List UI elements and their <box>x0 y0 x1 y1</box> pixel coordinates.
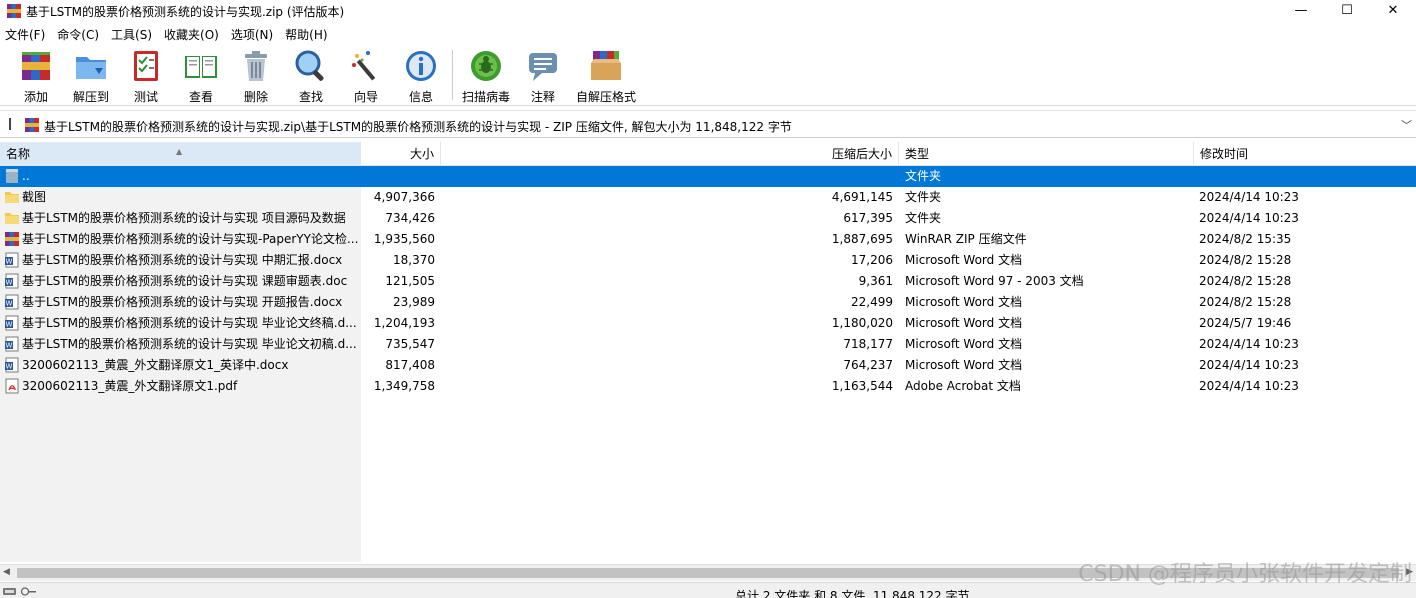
find-button[interactable]: 查找 <box>283 48 339 105</box>
table-row[interactable]: W 基于LSTM的股票价格预测系统的设计与实现 毕业论文初稿.d... 735,… <box>0 334 1416 355</box>
status-summary: 总计 2 文件夹 和 8 文件, 11,848,122 字节 <box>735 589 970 598</box>
file-rows: .. 文件夹 截图 4,907,366 4,691,145 文件夹 2024/4… <box>0 166 1416 397</box>
test-checklist-icon <box>134 51 158 81</box>
delete-button[interactable]: 删除 <box>228 48 284 105</box>
sfx-box-icon <box>591 51 621 80</box>
minimize-button[interactable]: — <box>1278 0 1324 20</box>
svg-text:W: W <box>6 321 13 329</box>
window-title: 基于LSTM的股票价格预测系统的设计与实现.zip (评估版本) <box>26 4 345 19</box>
table-row[interactable]: W 基于LSTM的股票价格预测系统的设计与实现 课题审题表.doc 121,50… <box>0 271 1416 292</box>
drive-key-icon <box>3 587 36 596</box>
winrar-icon <box>5 232 19 246</box>
extract-folder-icon <box>76 57 106 79</box>
toolbar: 添加 解压到 测试 查看 删除 查找 向导 信息 扫描病毒 注释 自解压格式 <box>0 46 1416 106</box>
column-name[interactable]: 名称 ▲ <box>0 142 361 166</box>
table-row[interactable]: W 基于LSTM的股票价格预测系统的设计与实现 中期汇报.docx 18,370… <box>0 250 1416 271</box>
column-modified[interactable]: 修改时间 <box>1194 142 1416 166</box>
title-bar: 基于LSTM的股票价格预测系统的设计与实现.zip (评估版本) — ☐ ✕ <box>0 0 1416 22</box>
table-row[interactable]: W 3200602113_黄震_外文翻译原文1_英译中.docx 817,408… <box>0 355 1416 376</box>
wizard-wand-icon <box>352 51 376 81</box>
column-name-label: 名称 <box>6 147 31 161</box>
trash-can-icon <box>245 51 267 81</box>
column-type[interactable]: 类型 <box>899 142 1194 166</box>
maximize-button[interactable]: ☐ <box>1324 0 1370 20</box>
svg-text:W: W <box>6 363 13 371</box>
menu-commands[interactable]: 命令(C) <box>52 26 106 43</box>
menu-tools[interactable]: 工具(S) <box>106 26 159 43</box>
file-list: 名称 ▲ 大小 压缩后大小 类型 修改时间 .. 文件夹 截图 4,907,36… <box>0 142 1416 562</box>
view-book-icon <box>185 56 217 78</box>
menu-bar: 文件(F) 命令(C) 工具(S) 收藏夹(O) 选项(N) 帮助(H) <box>0 24 1416 44</box>
test-label: 测试 <box>133 90 158 104</box>
add-label: 添加 <box>23 90 48 104</box>
wizard-button[interactable]: 向导 <box>338 48 394 105</box>
up-folder-icon[interactable] <box>4 116 18 132</box>
add-archive-icon <box>22 52 50 80</box>
table-row[interactable]: W 基于LSTM的股票价格预测系统的设计与实现 毕业论文终稿.d... 1,20… <box>0 313 1416 334</box>
comment-icon <box>529 53 557 81</box>
virus-scan-button[interactable]: 扫描病毒 <box>458 48 514 105</box>
add-button[interactable]: 添加 <box>8 48 64 105</box>
menu-options[interactable]: 选项(N) <box>226 26 280 43</box>
virus-scan-icon <box>471 51 501 81</box>
parent-folder-icon <box>6 169 18 183</box>
comment-label: 注释 <box>530 90 555 104</box>
pdf-icon <box>5 378 19 394</box>
virus-scan-label: 扫描病毒 <box>461 90 510 104</box>
table-row[interactable]: 基于LSTM的股票价格预测系统的设计与实现 项目源码及数据 734,426 61… <box>0 208 1416 229</box>
comment-button[interactable]: 注释 <box>515 48 571 105</box>
word-doc-icon: W <box>5 315 19 331</box>
table-row[interactable]: W 基于LSTM的股票价格预测系统的设计与实现 开题报告.docx 23,989… <box>0 292 1416 313</box>
winrar-app-icon <box>7 4 21 18</box>
close-button[interactable]: ✕ <box>1370 0 1416 20</box>
svg-text:W: W <box>6 300 13 308</box>
menu-help[interactable]: 帮助(H) <box>280 26 334 43</box>
chevron-down-icon[interactable]: ﹀ <box>1401 117 1412 133</box>
table-row[interactable]: 基于LSTM的股票价格预测系统的设计与实现-PaperYY论文检... 1,93… <box>0 229 1416 250</box>
archive-path: 基于LSTM的股票价格预测系统的设计与实现.zip\基于LSTM的股票价格预测系… <box>44 120 792 134</box>
view-label: 查看 <box>188 90 213 104</box>
extract-to-button[interactable]: 解压到 <box>63 48 119 105</box>
info-label: 信息 <box>408 90 433 104</box>
menu-favorites[interactable]: 收藏夹(O) <box>159 26 226 43</box>
csdn-watermark: CSDN @程序员小张软件开发定制 <box>1078 562 1412 587</box>
magnifier-icon <box>295 50 324 81</box>
svg-text:W: W <box>6 258 13 266</box>
svg-text:W: W <box>6 342 13 350</box>
word-doc-icon: W <box>5 357 19 373</box>
extract-to-label: 解压到 <box>72 90 109 104</box>
info-button[interactable]: 信息 <box>393 48 449 105</box>
table-row[interactable]: 截图 4,907,366 4,691,145 文件夹 2024/4/14 10:… <box>0 187 1416 208</box>
info-icon <box>406 51 436 81</box>
word-doc-icon: W <box>5 252 19 268</box>
sort-ascending-icon: ▲ <box>176 147 183 156</box>
column-size[interactable]: 大小 <box>361 142 441 166</box>
view-button[interactable]: 查看 <box>173 48 229 105</box>
word-doc-icon: W <box>5 294 19 310</box>
find-label: 查找 <box>298 90 323 104</box>
sfx-label: 自解压格式 <box>576 90 637 104</box>
sfx-button[interactable]: 自解压格式 <box>576 48 637 105</box>
wizard-label: 向导 <box>353 90 378 104</box>
toolbar-separator <box>452 50 453 100</box>
word-doc-icon: W <box>5 336 19 352</box>
column-packed-size[interactable]: 压缩后大小 <box>441 142 899 166</box>
test-button[interactable]: 测试 <box>118 48 174 105</box>
scroll-left-icon[interactable]: ◀ <box>3 567 10 577</box>
folder-icon <box>5 213 19 224</box>
folder-icon <box>5 192 19 203</box>
table-row[interactable]: 3200602113_黄震_外文翻译原文1.pdf 1,349,758 1,16… <box>0 376 1416 397</box>
delete-label: 删除 <box>243 90 268 104</box>
menu-file[interactable]: 文件(F) <box>0 26 52 43</box>
table-row-parent[interactable]: .. 文件夹 <box>0 166 1416 187</box>
word-doc-icon: W <box>5 273 19 289</box>
column-header: 名称 ▲ 大小 压缩后大小 类型 修改时间 <box>0 142 1416 166</box>
svg-text:W: W <box>6 279 13 287</box>
winrar-archive-icon <box>25 118 39 132</box>
address-bar: 基于LSTM的股票价格预测系统的设计与实现.zip\基于LSTM的股票价格预测系… <box>0 110 1416 138</box>
